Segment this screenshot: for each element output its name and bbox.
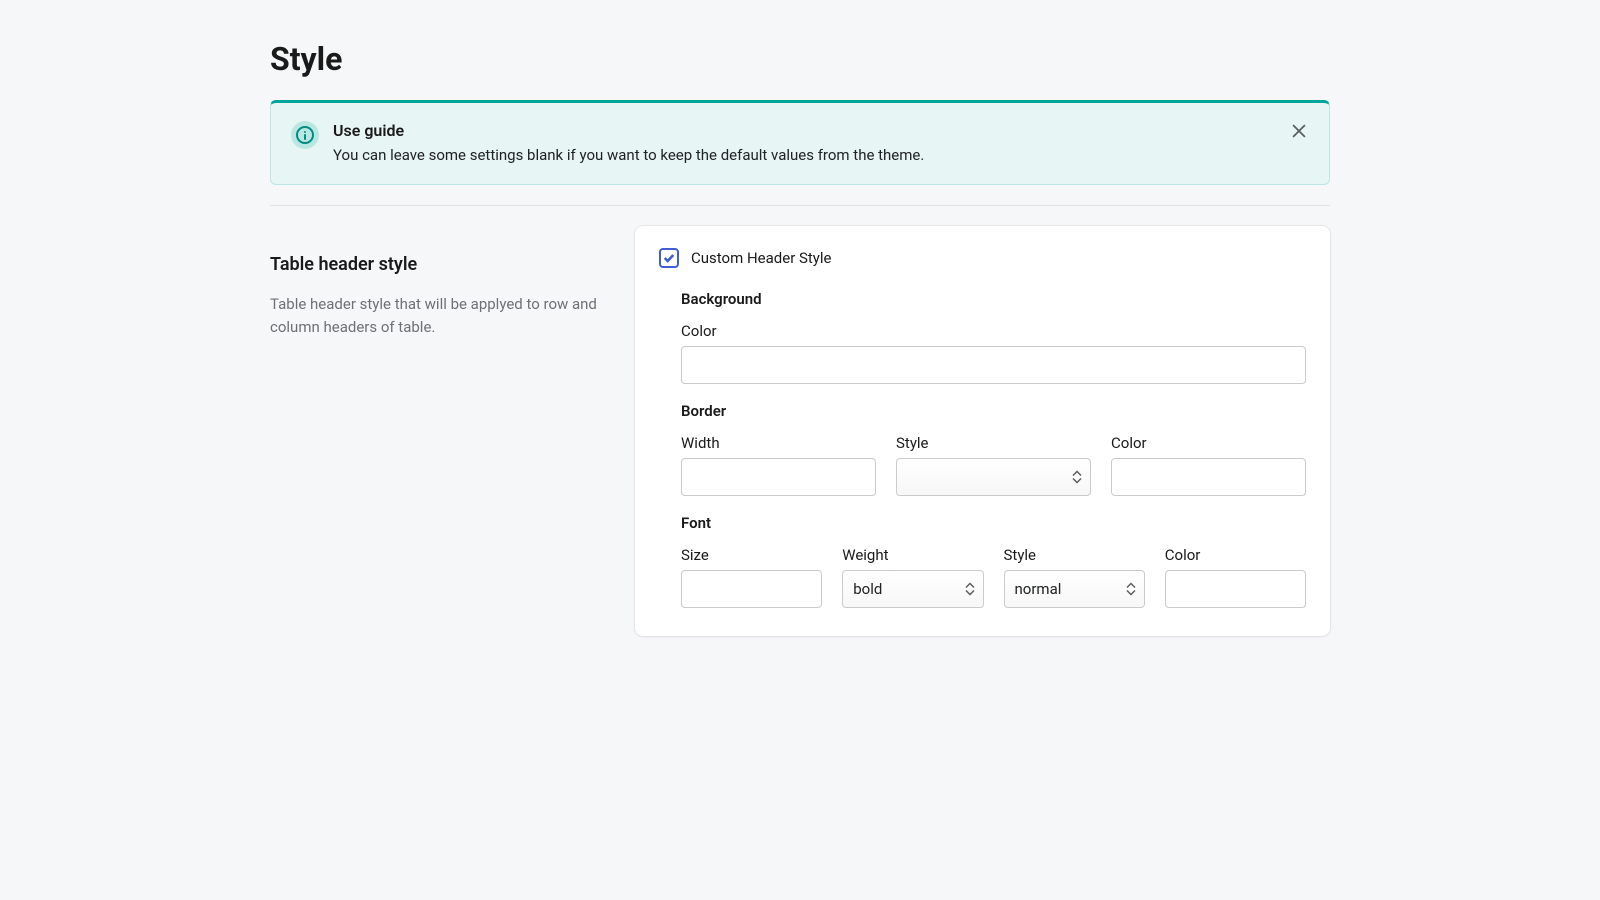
- close-icon[interactable]: [1287, 119, 1311, 143]
- bg-color-input[interactable]: [681, 346, 1306, 384]
- font-style-value: normal: [1015, 580, 1062, 598]
- border-style-select[interactable]: [896, 458, 1091, 496]
- font-color-label: Color: [1165, 546, 1306, 564]
- background-title: Background: [681, 290, 1306, 308]
- font-weight-value: bold: [853, 580, 882, 598]
- font-weight-label: Weight: [842, 546, 983, 564]
- divider: [270, 205, 1330, 206]
- font-size-label: Size: [681, 546, 822, 564]
- font-weight-select[interactable]: bold: [842, 570, 983, 608]
- border-color-input[interactable]: [1111, 458, 1306, 496]
- chevron-updown-icon: [1072, 471, 1082, 484]
- border-style-label: Style: [896, 434, 1091, 452]
- font-style-label: Style: [1004, 546, 1145, 564]
- info-icon: [291, 121, 319, 149]
- info-banner: Use guide You can leave some settings bl…: [270, 100, 1330, 185]
- banner-title: Use guide: [333, 121, 1309, 140]
- section-heading: Table header style: [270, 254, 615, 275]
- custom-header-checkbox[interactable]: [659, 248, 679, 268]
- bg-color-label: Color: [681, 322, 1306, 340]
- chevron-updown-icon: [965, 583, 975, 596]
- border-color-label: Color: [1111, 434, 1306, 452]
- font-title: Font: [681, 514, 1306, 532]
- border-width-input[interactable]: [681, 458, 876, 496]
- font-color-input[interactable]: [1165, 570, 1306, 608]
- section-desc: Table header style that will be applyed …: [270, 293, 615, 340]
- page-title: Style: [270, 40, 1330, 78]
- banner-desc: You can leave some settings blank if you…: [333, 146, 1309, 164]
- chevron-updown-icon: [1126, 583, 1136, 596]
- border-width-label: Width: [681, 434, 876, 452]
- style-card: Custom Header Style Background Color Bor…: [635, 226, 1330, 636]
- custom-header-label: Custom Header Style: [691, 249, 832, 267]
- font-size-input[interactable]: [681, 570, 822, 608]
- border-title: Border: [681, 402, 1306, 420]
- font-style-select[interactable]: normal: [1004, 570, 1145, 608]
